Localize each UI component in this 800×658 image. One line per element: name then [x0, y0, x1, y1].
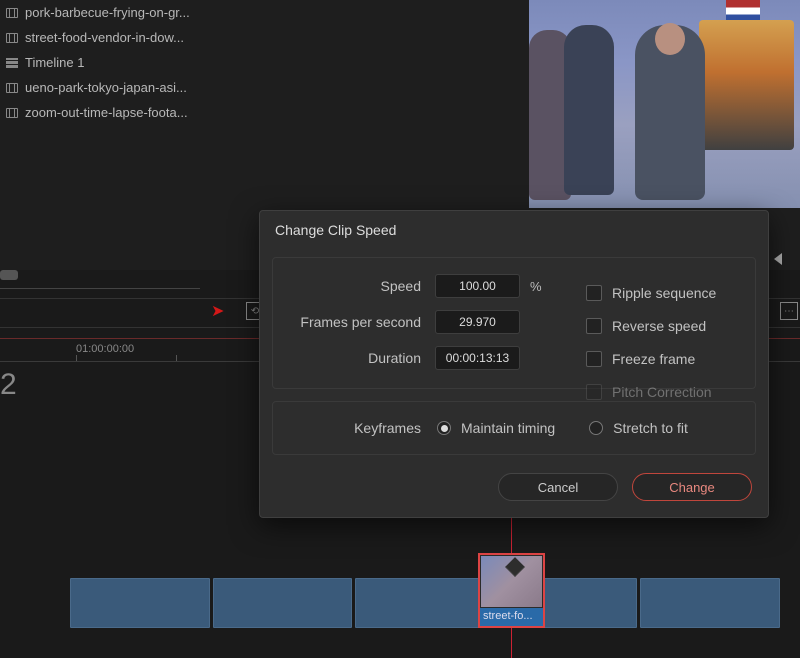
- ruler-timecode: 01:00:00:00: [76, 343, 134, 355]
- media-item-label: pork-barbecue-frying-on-gr...: [25, 5, 190, 20]
- reverse-speed-checkbox[interactable]: [586, 318, 602, 334]
- preview-frame: [564, 25, 614, 195]
- fps-label: Frames per second: [287, 314, 435, 330]
- speed-label: Speed: [287, 278, 435, 294]
- reverse-speed-row: Reverse speed: [586, 318, 706, 334]
- keyframes-panel: Keyframes Maintain timing Stretch to fit: [272, 401, 756, 455]
- preview-frame: [726, 0, 760, 22]
- timeline-clip[interactable]: [213, 578, 353, 628]
- media-pool: pork-barbecue-frying-on-gr... street-foo…: [0, 0, 230, 125]
- ripple-sequence-label: Ripple sequence: [602, 285, 716, 301]
- reverse-speed-label: Reverse speed: [602, 318, 706, 334]
- pitch-correction-checkbox: [586, 384, 602, 400]
- step-backward-icon[interactable]: [774, 253, 782, 265]
- preview-monitor[interactable]: [529, 0, 800, 208]
- media-item[interactable]: ueno-park-tokyo-japan-asi...: [0, 75, 230, 100]
- duration-label: Duration: [287, 350, 435, 366]
- timeline-icon: [6, 58, 18, 68]
- clip-icon: [6, 33, 18, 43]
- change-button[interactable]: Change: [632, 473, 752, 501]
- freeze-frame-label: Freeze frame: [602, 351, 695, 367]
- speed-input[interactable]: [435, 274, 520, 298]
- preview-frame: [635, 25, 705, 200]
- media-item[interactable]: pork-barbecue-frying-on-gr...: [0, 0, 230, 25]
- dialog-buttons: Cancel Change: [260, 455, 768, 517]
- ripple-sequence-checkbox[interactable]: [586, 285, 602, 301]
- media-item-label: street-food-vendor-in-dow...: [25, 30, 184, 45]
- stretch-to-fit-radio[interactable]: [589, 421, 603, 435]
- cancel-button[interactable]: Cancel: [498, 473, 618, 501]
- clip-icon: [6, 8, 18, 18]
- media-item[interactable]: Timeline 1: [0, 50, 230, 75]
- pitch-correction-row: Pitch Correction: [586, 384, 712, 400]
- pitch-correction-label: Pitch Correction: [602, 384, 712, 400]
- dialog-title: Change Clip Speed: [260, 211, 768, 249]
- maintain-timing-radio[interactable]: [437, 421, 451, 435]
- clip-icon: [6, 108, 18, 118]
- preview-frame: [699, 20, 794, 150]
- timeline-scrollbar[interactable]: [0, 270, 18, 280]
- timeline-clip[interactable]: [355, 578, 495, 628]
- toolbar-button[interactable]: ⋯: [780, 302, 798, 320]
- media-item-label: Timeline 1: [25, 55, 84, 70]
- media-item-label: zoom-out-time-lapse-foota...: [25, 105, 188, 120]
- maintain-timing-label: Maintain timing: [451, 420, 589, 436]
- freeze-frame-checkbox[interactable]: [586, 351, 602, 367]
- timeline-clip[interactable]: [640, 578, 780, 628]
- stretch-to-fit-label: Stretch to fit: [603, 420, 722, 436]
- keyframes-label: Keyframes: [287, 420, 437, 436]
- timeline-zoom-slider[interactable]: [0, 288, 200, 289]
- media-item[interactable]: street-food-vendor-in-dow...: [0, 25, 230, 50]
- clip-label: street-fo...: [480, 608, 543, 626]
- percent-label: %: [530, 279, 542, 294]
- timeline-clip[interactable]: [70, 578, 210, 628]
- media-item[interactable]: zoom-out-time-lapse-foota...: [0, 100, 230, 125]
- clip-icon: [6, 83, 18, 93]
- ripple-sequence-row: Ripple sequence: [586, 285, 716, 301]
- duration-input[interactable]: [435, 346, 520, 370]
- freeze-frame-row: Freeze frame: [586, 351, 695, 367]
- media-item-label: ueno-park-tokyo-japan-asi...: [25, 80, 187, 95]
- selection-tool-icon[interactable]: ➤: [211, 301, 224, 321]
- fps-input[interactable]: [435, 310, 520, 334]
